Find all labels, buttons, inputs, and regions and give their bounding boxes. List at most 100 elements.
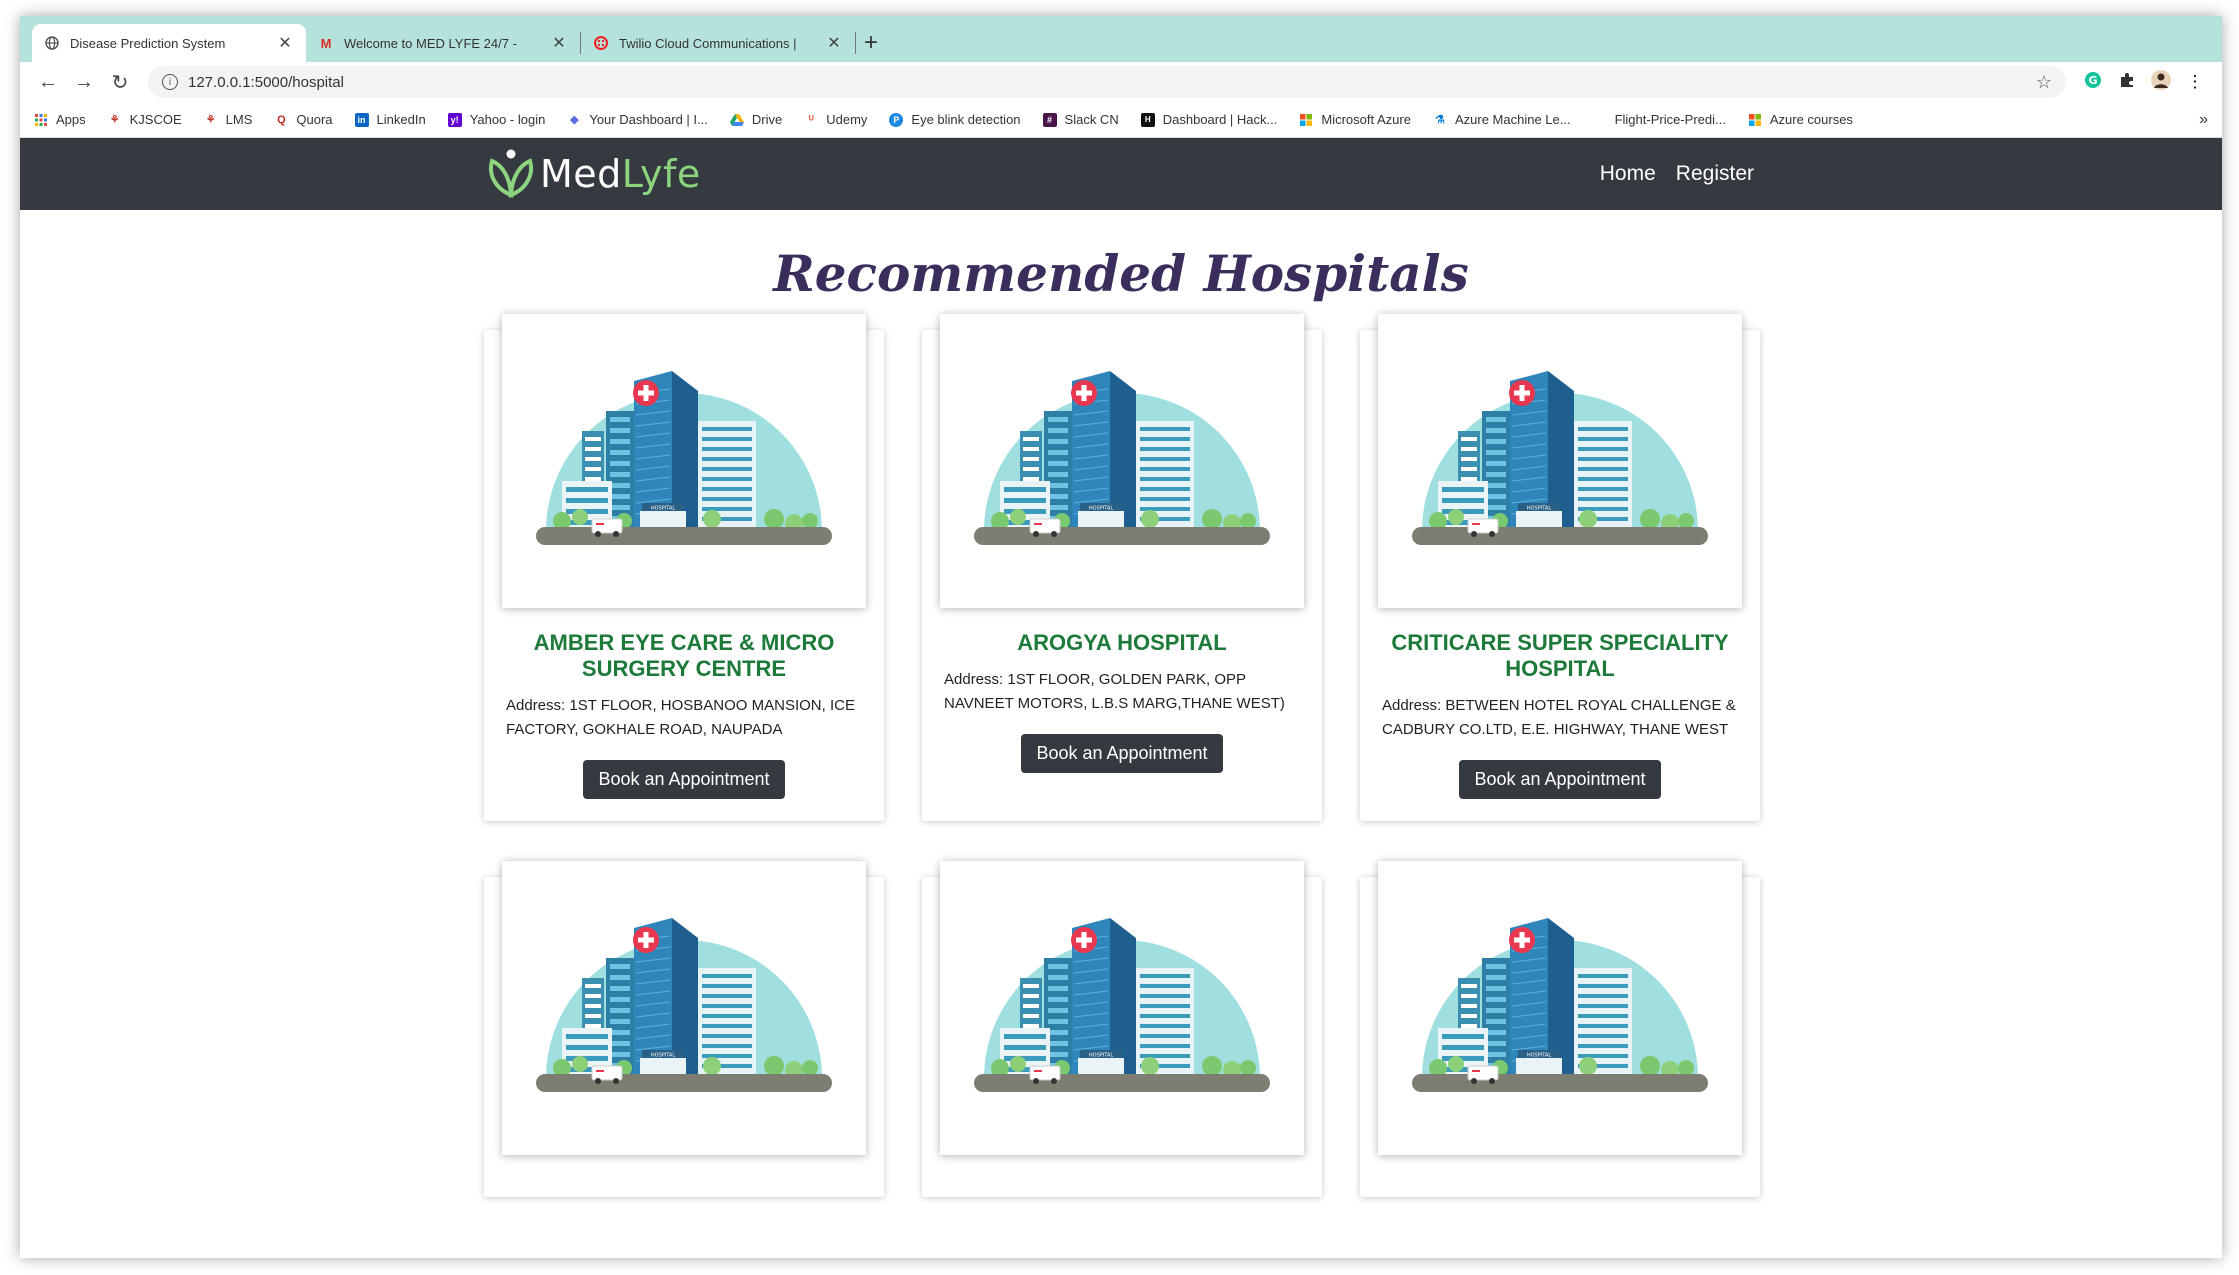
book-appointment-button[interactable]: Book an Appointment: [1459, 760, 1661, 799]
nav-links: Home Register: [1600, 162, 1754, 186]
close-tab-icon[interactable]: ✕: [550, 33, 568, 53]
bookmark-lms[interactable]: ⚘ LMS: [204, 112, 253, 127]
hospital-illustration: HOSPITAL: [1378, 314, 1742, 608]
bookmark-microsoft-azure[interactable]: Microsoft Azure: [1299, 112, 1411, 127]
hospital-card: HOSPITAL CRITICARE SUPER SPECIALITY HOSP…: [1360, 314, 1760, 821]
bookmark-azure-courses[interactable]: Azure courses: [1748, 112, 1853, 127]
bookmark-slack[interactable]: # Slack CN: [1042, 112, 1119, 127]
hospital-name: CRITICARE SUPER SPECIALITY HOSPITAL: [1391, 630, 1729, 681]
address-row: ← → ↻ i 127.0.0.1:5000/hospital ☆ G ⋮: [20, 62, 2222, 102]
hospital-building-image: HOSPITAL: [974, 371, 1270, 545]
kjscoe-icon: ⚘: [109, 114, 120, 126]
svg-text:HOSPITAL: HOSPITAL: [651, 506, 675, 512]
hospital-grid: HOSPITAL AMBER EYE CARE & MICRO SURGERY …: [484, 314, 1764, 1197]
leaf-logo-icon: [489, 149, 533, 199]
bookmark-dashboard[interactable]: ◆ Your Dashboard | I...: [567, 112, 708, 127]
svg-text:HOSPITAL: HOSPITAL: [1527, 1053, 1551, 1059]
bookmark-label: Your Dashboard | I...: [589, 112, 708, 127]
svg-text:HOSPITAL: HOSPITAL: [1089, 1053, 1113, 1059]
hospital-building-image: HOSPITAL: [974, 918, 1270, 1092]
page-title: Recommended Hospitals: [773, 244, 1469, 303]
tab-title: Disease Prediction System: [70, 35, 226, 51]
tab-medlyfe-mail[interactable]: M Welcome to MED LYFE 24/7 - ✕: [306, 24, 580, 62]
flight-icon: [1593, 113, 1607, 127]
bookmark-kjscoe[interactable]: ⚘ KJSCOE: [108, 112, 182, 127]
hospital-name: AROGYA HOSPITAL: [1017, 630, 1227, 655]
tab-title: Welcome to MED LYFE 24/7 -: [344, 35, 517, 51]
bookmark-label: Quora: [296, 112, 333, 127]
brand-logo-link[interactable]: MedLyfe: [482, 145, 701, 203]
bookmark-drive[interactable]: Drive: [729, 112, 783, 127]
hospital-card: HOSPITAL: [484, 861, 884, 1197]
hospital-name: AMBER EYE CARE & MICRO SURGERY CENTRE: [533, 630, 835, 681]
tab-title: Twilio Cloud Communications |: [619, 35, 797, 51]
hospital-building-image: HOSPITAL: [536, 918, 832, 1092]
grammarly-icon[interactable]: G: [2076, 71, 2110, 94]
bookmark-apps[interactable]: Apps: [34, 112, 86, 127]
bookmark-label: Apps: [56, 112, 86, 127]
bookmark-label: Flight-Price-Predi...: [1614, 112, 1726, 127]
azure-ml-icon: ⚗: [1435, 114, 1445, 126]
tab-disease-prediction[interactable]: Disease Prediction System ✕: [32, 24, 306, 62]
tab-twilio[interactable]: Twilio Cloud Communications | ✕: [581, 24, 855, 62]
bookmark-flight-price[interactable]: Flight-Price-Predi...: [1593, 112, 1726, 127]
bookmark-label: Eye blink detection: [911, 112, 1021, 127]
udemy-icon: ᵁ: [808, 113, 814, 126]
profile-avatar[interactable]: [2144, 69, 2178, 96]
hospital-address: Address: 1ST FLOOR, HOSBANOO MANSION, IC…: [506, 697, 855, 738]
nav-home-link[interactable]: Home: [1600, 162, 1656, 186]
bookmark-star-icon[interactable]: ☆: [2036, 72, 2052, 93]
slack-icon: #: [1042, 112, 1057, 127]
bookmark-udemy[interactable]: ᵁ Udemy: [804, 112, 868, 127]
hospital-card: HOSPITAL AMBER EYE CARE & MICRO SURGERY …: [484, 314, 884, 821]
hospital-illustration: HOSPITAL: [940, 861, 1304, 1155]
browser-menu-icon[interactable]: ⋮: [2178, 72, 2212, 92]
bookmark-label: LinkedIn: [376, 112, 426, 127]
svg-text:HOSPITAL: HOSPITAL: [651, 1053, 675, 1059]
url-bar[interactable]: i 127.0.0.1:5000/hospital ☆: [148, 66, 2066, 98]
hospital-illustration: HOSPITAL: [940, 314, 1304, 608]
back-arrow-icon[interactable]: ←: [30, 71, 66, 94]
bookmark-label: Microsoft Azure: [1321, 112, 1411, 127]
browser-window: Disease Prediction System ✕ M Welcome to…: [20, 16, 2222, 1258]
hospital-illustration: HOSPITAL: [1378, 861, 1742, 1155]
url-text[interactable]: 127.0.0.1:5000/hospital: [188, 74, 344, 91]
close-tab-icon[interactable]: ✕: [825, 33, 843, 53]
book-appointment-button[interactable]: Book an Appointment: [1021, 734, 1223, 773]
hospital-address: Address: BETWEEN HOTEL ROYAL CHALLENGE &…: [1382, 697, 1736, 738]
microsoft-icon: [1748, 113, 1762, 127]
bookmark-eye-blink[interactable]: P Eye blink detection: [889, 112, 1021, 127]
site-info-icon[interactable]: i: [162, 74, 178, 90]
hospital-building-image: HOSPITAL: [1412, 918, 1708, 1092]
more-bookmarks-icon[interactable]: »: [2199, 111, 2208, 129]
bookmark-azure-ml[interactable]: ⚗ Azure Machine Le...: [1433, 112, 1571, 127]
brand-suffix: Lyfe: [621, 152, 701, 196]
reload-icon[interactable]: ↻: [102, 70, 138, 95]
bookmark-label: Yahoo - login: [469, 112, 546, 127]
close-tab-icon[interactable]: ✕: [276, 33, 294, 53]
bookmark-linkedin[interactable]: in LinkedIn: [354, 112, 426, 127]
bookmark-label: Drive: [751, 112, 783, 127]
gmail-icon: M: [320, 35, 332, 51]
svg-text:HOSPITAL: HOSPITAL: [1527, 506, 1551, 512]
nav-register-link[interactable]: Register: [1676, 162, 1754, 186]
microsoft-icon: [1299, 113, 1313, 127]
book-appointment-button[interactable]: Book an Appointment: [583, 760, 785, 799]
svg-text:G: G: [2088, 74, 2097, 87]
linkedin-icon: in: [354, 112, 369, 127]
brand-prefix: Med: [540, 152, 622, 196]
bookmark-hackerrank[interactable]: H Dashboard | Hack...: [1140, 112, 1277, 127]
forward-arrow-icon[interactable]: →: [66, 71, 102, 94]
bookmark-quora[interactable]: Q Quora: [274, 112, 332, 127]
hospital-card: HOSPITAL: [1360, 861, 1760, 1197]
new-tab-button[interactable]: +: [856, 24, 886, 62]
bookmarks-bar: Apps ⚘ KJSCOE ⚘ LMS Q Quora in LinkedIn …: [20, 102, 2222, 138]
hospital-card: HOSPITAL AROGYA HOSPITAL Address: 1ST FL…: [922, 314, 1322, 821]
bookmark-yahoo[interactable]: y! Yahoo - login: [447, 112, 546, 127]
lms-icon: ⚘: [205, 114, 216, 126]
hospital-building-image: HOSPITAL: [536, 371, 832, 545]
bookmark-label: LMS: [225, 112, 253, 127]
hospital-illustration: HOSPITAL: [502, 314, 866, 608]
extensions-puzzle-icon[interactable]: [2110, 72, 2144, 93]
yahoo-icon: y!: [447, 112, 462, 127]
